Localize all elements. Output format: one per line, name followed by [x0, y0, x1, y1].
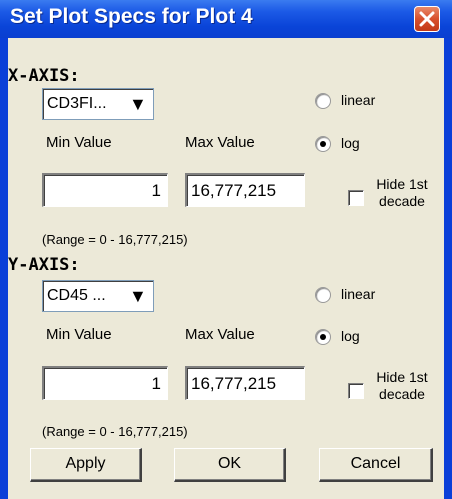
x-hide-label-line2: decade — [379, 193, 425, 209]
close-button[interactable] — [414, 6, 440, 32]
y-max-field[interactable]: 16,777,215 — [185, 366, 305, 400]
dropdown-arrow-icon: ▼ — [129, 94, 147, 114]
y-log-label: log — [341, 328, 360, 344]
x-linear-radio[interactable] — [315, 93, 331, 109]
y-axis-heading: Y-AXIS: — [8, 255, 80, 275]
y-parameter-value: CD45 ... — [47, 287, 106, 304]
x-linear-label: linear — [341, 92, 376, 108]
y-max-label: Max Value — [185, 326, 255, 343]
x-range-text: (Range = 0 - 16,777,215) — [42, 232, 188, 247]
close-icon — [419, 11, 435, 27]
x-hide-decade-checkbox[interactable] — [348, 190, 364, 206]
y-min-label: Min Value — [46, 326, 112, 343]
x-log-radio[interactable] — [315, 136, 331, 152]
x-hide-label-line1: Hide 1st — [376, 176, 428, 192]
y-hide-label-line2: decade — [379, 386, 425, 402]
x-max-field[interactable]: 16,777,215 — [185, 173, 305, 207]
y-linear-radio[interactable] — [315, 287, 331, 303]
x-parameter-select[interactable]: CD3FI... ▼ — [42, 88, 154, 120]
x-min-label: Min Value — [46, 134, 112, 151]
y-hide-label-line1: Hide 1st — [376, 369, 428, 385]
dialog-body: X-AXIS: CD3FI... ▼ linear Min Value Max … — [8, 38, 444, 499]
cancel-button[interactable]: Cancel — [319, 448, 433, 482]
y-min-field[interactable]: 1 — [42, 366, 168, 400]
x-log-label: log — [341, 135, 360, 151]
x-max-label: Max Value — [185, 134, 255, 151]
ok-button[interactable]: OK — [174, 448, 286, 482]
dropdown-arrow-icon: ▼ — [129, 286, 147, 306]
y-log-radio[interactable] — [315, 329, 331, 345]
y-hide-decade-checkbox[interactable] — [348, 383, 364, 399]
y-linear-label: linear — [341, 286, 376, 302]
y-parameter-select[interactable]: CD45 ... ▼ — [42, 280, 154, 312]
title-bar[interactable]: Set Plot Specs for Plot 4 — [0, 0, 452, 38]
apply-button[interactable]: Apply — [30, 448, 142, 482]
window-title: Set Plot Specs for Plot 4 — [10, 5, 253, 28]
x-axis-heading: X-AXIS: — [8, 66, 80, 86]
x-parameter-value: CD3FI... — [47, 95, 107, 112]
dialog-window: Set Plot Specs for Plot 4 X-AXIS: CD3FI.… — [0, 0, 452, 499]
x-hide-decade-label: Hide 1st decade — [374, 176, 430, 210]
y-range-text: (Range = 0 - 16,777,215) — [42, 424, 188, 439]
x-min-field[interactable]: 1 — [42, 173, 168, 207]
y-hide-decade-label: Hide 1st decade — [374, 369, 430, 403]
